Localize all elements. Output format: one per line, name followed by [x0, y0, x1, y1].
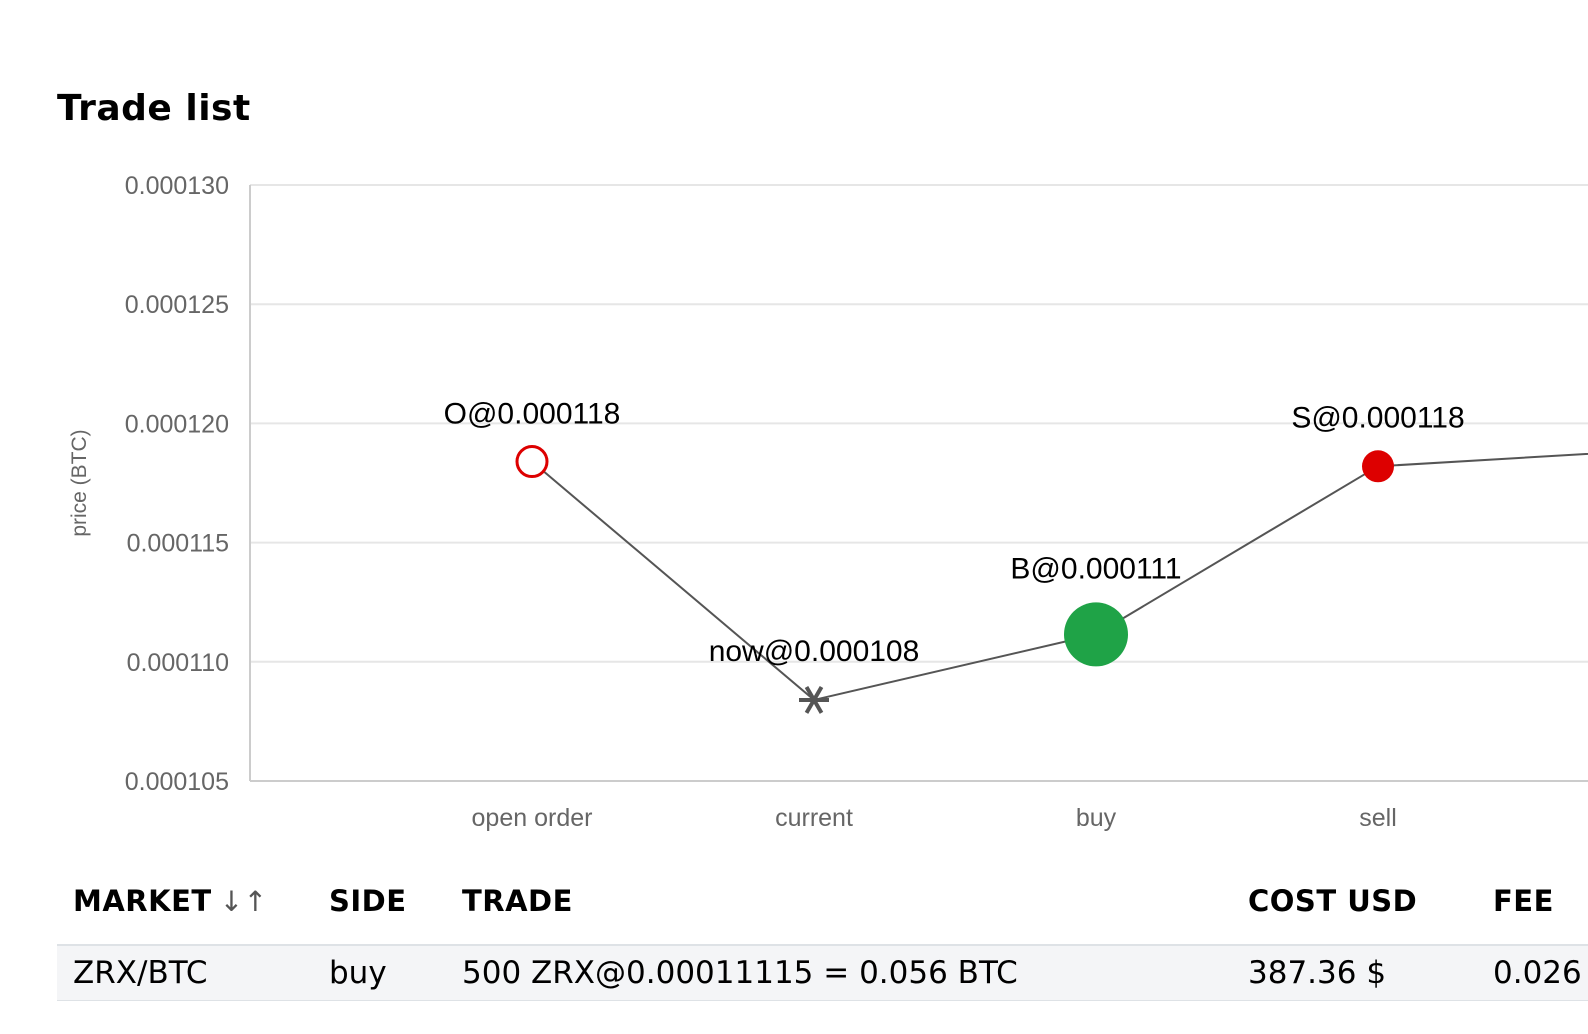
column-header-cost-usd: COST USD [1232, 858, 1477, 946]
cell-market: ZRX/BTC [57, 945, 313, 1001]
trade-table: MARKET ↓↑ SIDE TRADE COST USD FEE ZRX/BTC… [57, 858, 1588, 1001]
y-tick-label: 0.000125 [125, 291, 229, 319]
column-header-side: SIDE [313, 858, 446, 946]
chart-grid [250, 184, 1588, 782]
y-tick-label: 0.000105 [125, 768, 229, 796]
point-label: O@0.000118 [444, 398, 621, 431]
x-tick-label: buy [1076, 804, 1117, 832]
x-tick-label: sell [1359, 804, 1397, 832]
cell-cost-usd: 387.36 $ [1232, 945, 1477, 1001]
y-tick-label: 0.000120 [125, 410, 229, 438]
y-tick-label: 0.000115 [127, 530, 229, 558]
chart-markers [515, 445, 1394, 714]
y-tick-label: 0.000110 [127, 649, 229, 677]
x-tick-label: current [775, 804, 853, 832]
sell-marker [1362, 450, 1394, 483]
sort-arrows-icon[interactable]: ↓↑ [220, 885, 268, 918]
column-header-fee: FEE [1477, 858, 1588, 946]
point-label: S@0.000118 [1291, 401, 1464, 434]
chart-data-labels: O@0.000118 now@0.000108 B@0.000111 S@0.0001… [444, 398, 1465, 668]
chart-axes: 0.000130 0.000125 0.000120 0.000115 0.000110… [68, 172, 1397, 832]
column-header-trade: TRADE [446, 858, 1232, 946]
column-header-market-label: MARKET [73, 884, 212, 918]
table-header-row: MARKET ↓↑ SIDE TRADE COST USD FEE [57, 858, 1588, 946]
point-label: now@0.000108 [709, 635, 920, 668]
column-header-market[interactable]: MARKET ↓↑ [57, 858, 313, 946]
y-tick-label: 0.000130 [125, 172, 229, 200]
point-label: B@0.000111 [1010, 552, 1181, 585]
price-chart: 0.000130 0.000125 0.000120 0.000115 0.000110… [68, 172, 1588, 832]
table-row[interactable]: ZRX/BTC buy 500 ZRX@0.00011115 = 0.056 B… [57, 945, 1588, 1001]
y-axis-title: price (BTC) [68, 429, 91, 536]
x-tick-label: open order [472, 804, 593, 832]
cell-side: buy [313, 945, 446, 1001]
cell-trade: 500 ZRX@0.00011115 = 0.056 BTC [446, 945, 1232, 1001]
open-order-marker [515, 445, 549, 479]
cell-fee: 0.026 [1477, 945, 1588, 1001]
buy-marker [1064, 602, 1128, 667]
